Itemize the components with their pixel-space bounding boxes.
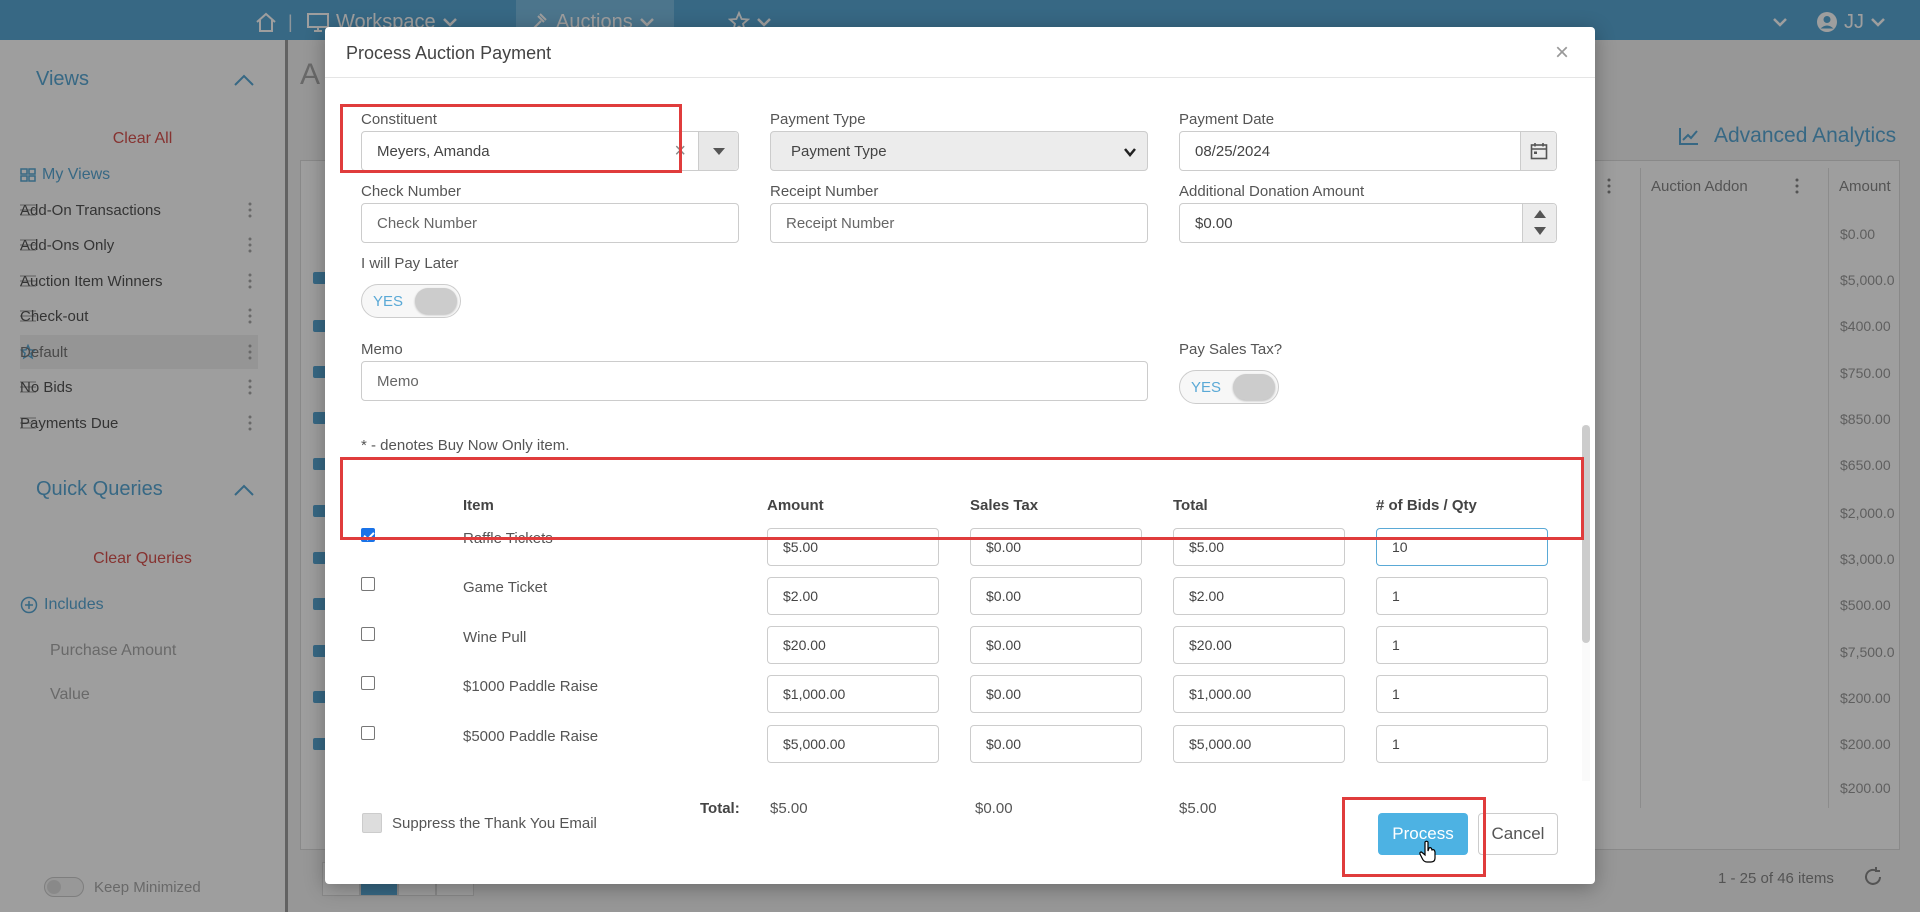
memo-input[interactable]: [361, 361, 1148, 401]
item-amount-input[interactable]: [767, 675, 939, 713]
dropdown-arrow-icon[interactable]: [698, 132, 738, 170]
item-name: Game Ticket: [463, 579, 548, 596]
item-total-input[interactable]: [1173, 577, 1345, 615]
item-sales-tax-input[interactable]: [970, 675, 1142, 713]
constituent-combobox[interactable]: Meyers, Amanda ×: [361, 131, 739, 171]
payment-type-value: Payment Type: [791, 142, 887, 160]
item-amount-input[interactable]: [767, 725, 939, 763]
table-scrollbar-thumb[interactable]: [1582, 425, 1590, 643]
item-checkbox-wine-pull[interactable]: [361, 627, 375, 641]
item-sales-tax-input[interactable]: [970, 528, 1142, 566]
item-name: Raffle Tickets: [463, 530, 553, 547]
item-sales-tax-input[interactable]: [970, 725, 1142, 763]
item-amount-input[interactable]: [767, 626, 939, 664]
payment-date-value: 08/25/2024: [1195, 142, 1271, 160]
item-total-input[interactable]: [1173, 626, 1345, 664]
buy-now-note: * - denotes Buy Now Only item.: [361, 437, 570, 454]
total-total: $5.00: [1179, 800, 1217, 817]
item-qty-input[interactable]: [1376, 626, 1548, 664]
column-header-qty: # of Bids / Qty: [1376, 497, 1477, 514]
clear-icon[interactable]: ×: [674, 140, 686, 163]
receipt-number-label: Receipt Number: [770, 183, 879, 200]
suppress-thank-you-email[interactable]: Suppress the Thank You Email: [362, 813, 597, 833]
toggle-knob: [1233, 374, 1275, 400]
item-amount-input[interactable]: [767, 528, 939, 566]
item-checkbox-1000-paddle-raise[interactable]: [361, 676, 375, 690]
payment-type-label: Payment Type: [770, 111, 866, 128]
total-sales-tax: $0.00: [975, 800, 1013, 817]
item-sales-tax-input[interactable]: [970, 577, 1142, 615]
cancel-button[interactable]: Cancel: [1478, 813, 1558, 855]
chevron-down-icon: [1124, 148, 1136, 157]
item-qty-input[interactable]: [1376, 528, 1548, 566]
divider: [325, 77, 1595, 78]
pay-sales-tax-label: Pay Sales Tax?: [1179, 341, 1283, 358]
close-icon[interactable]: ×: [1555, 41, 1569, 65]
item-checkbox-game-ticket[interactable]: [361, 577, 375, 591]
additional-donation-value: $0.00: [1195, 214, 1233, 232]
check-number-label: Check Number: [361, 183, 462, 200]
check-number-input[interactable]: [361, 203, 739, 243]
column-header-sales-tax: Sales Tax: [970, 497, 1039, 514]
calendar-icon: [1530, 143, 1548, 160]
hand-cursor-icon: [1419, 840, 1436, 863]
additional-donation-label: Additional Donation Amount: [1179, 183, 1365, 200]
constituent-value: Meyers, Amanda: [377, 142, 490, 160]
column-header-item: Item: [463, 497, 494, 514]
process-auction-payment-dialog: Process Auction Payment × Constituent Me…: [325, 27, 1595, 884]
calendar-button[interactable]: [1520, 132, 1556, 170]
number-spinner[interactable]: [1522, 204, 1556, 242]
pay-later-toggle-text: YES: [373, 293, 404, 310]
item-qty-input[interactable]: [1376, 577, 1548, 615]
pay-sales-tax-toggle-text: YES: [1191, 379, 1222, 396]
item-name: $5000 Paddle Raise: [463, 728, 599, 745]
payment-date-field[interactable]: 08/25/2024: [1179, 131, 1557, 171]
memo-label: Memo: [361, 341, 403, 358]
item-total-input[interactable]: [1173, 725, 1345, 763]
item-qty-input[interactable]: [1376, 675, 1548, 713]
item-checkbox-5000-paddle-raise[interactable]: [361, 726, 375, 740]
constituent-label: Constituent: [361, 111, 437, 128]
item-name: Wine Pull: [463, 629, 527, 646]
pay-later-toggle[interactable]: YES: [361, 284, 461, 318]
additional-donation-input[interactable]: $0.00: [1179, 203, 1557, 243]
payment-date-label: Payment Date: [1179, 111, 1275, 128]
item-total-input[interactable]: [1173, 675, 1345, 713]
item-qty-input[interactable]: [1376, 725, 1548, 763]
pay-later-label: I will Pay Later: [361, 255, 459, 272]
pay-sales-tax-toggle[interactable]: YES: [1179, 370, 1279, 404]
suppress-label: Suppress the Thank You Email: [392, 814, 597, 832]
suppress-checkbox[interactable]: [362, 813, 382, 833]
column-header-total: Total: [1173, 497, 1208, 514]
item-name: $1000 Paddle Raise: [463, 678, 599, 695]
item-total-input[interactable]: [1173, 528, 1345, 566]
column-header-amount: Amount: [767, 497, 824, 514]
payment-type-select[interactable]: Payment Type: [770, 131, 1148, 171]
item-sales-tax-input[interactable]: [970, 626, 1142, 664]
item-checkbox-raffle-tickets[interactable]: [361, 528, 375, 542]
total-amount: $5.00: [770, 800, 808, 817]
receipt-number-input[interactable]: [770, 203, 1148, 243]
dialog-title: Process Auction Payment: [346, 43, 552, 63]
toggle-knob: [415, 288, 457, 314]
totals-label: Total:: [700, 800, 740, 817]
item-amount-input[interactable]: [767, 577, 939, 615]
